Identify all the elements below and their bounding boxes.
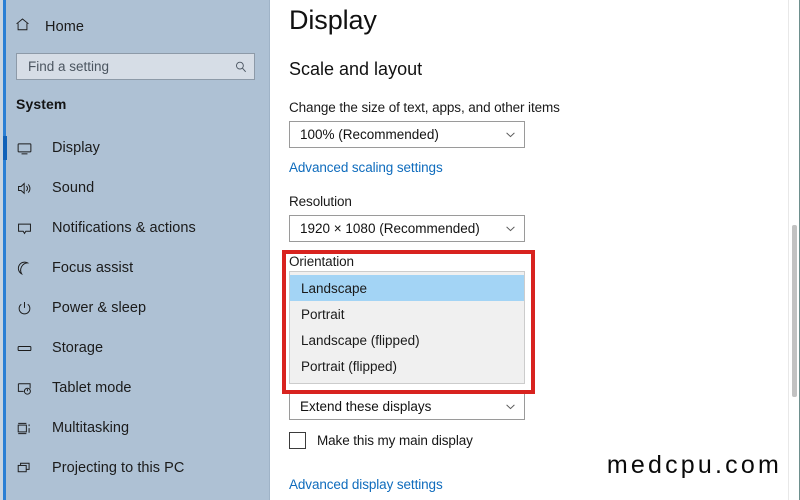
multitasking-icon	[16, 420, 44, 437]
sidebar-item-multitasking[interactable]: Multitasking	[0, 408, 270, 448]
moon-icon	[16, 260, 44, 277]
sidebar-item-storage-label: Storage	[52, 340, 104, 356]
sidebar-item-sound[interactable]: Sound	[0, 168, 270, 208]
settings-window: Home System Display	[0, 0, 800, 500]
scrollbar-thumb[interactable]	[792, 225, 797, 397]
search-icon[interactable]	[228, 54, 254, 79]
sidebar-item-projecting-label: Projecting to this PC	[52, 460, 185, 476]
scale-field-label: Change the size of text, apps, and other…	[289, 100, 560, 115]
make-main-display-row[interactable]: Make this my main display	[289, 432, 473, 449]
sidebar-item-focus-assist-label: Focus assist	[52, 260, 134, 276]
settings-sidebar: Home System Display	[0, 0, 270, 500]
sidebar-item-tablet-mode[interactable]: Tablet mode	[0, 368, 270, 408]
resolution-dropdown[interactable]: 1920 × 1080 (Recommended)	[289, 215, 525, 242]
chevron-down-icon	[496, 222, 524, 235]
resolution-dropdown-value: 1920 × 1080 (Recommended)	[300, 221, 480, 236]
sidebar-item-projecting[interactable]: Projecting to this PC	[0, 448, 270, 488]
sidebar-item-sound-label: Sound	[52, 180, 95, 196]
make-main-display-checkbox[interactable]	[289, 432, 306, 449]
sidebar-item-notifications[interactable]: Notifications & actions	[0, 208, 270, 248]
sidebar-item-notifications-label: Notifications & actions	[52, 220, 196, 236]
sidebar-item-storage[interactable]: Storage	[0, 328, 270, 368]
monitor-icon	[16, 140, 44, 157]
sidebar-item-multitasking-label: Multitasking	[52, 420, 130, 436]
chevron-down-icon	[496, 128, 524, 141]
search-box[interactable]	[16, 53, 255, 80]
advanced-display-settings-link[interactable]: Advanced display settings	[289, 477, 443, 492]
orientation-option-portrait[interactable]: Portrait	[290, 301, 524, 327]
orientation-field-label: Orientation	[289, 254, 354, 269]
sidebar-item-power-sleep[interactable]: Power & sleep	[0, 288, 270, 328]
tablet-icon	[16, 380, 44, 397]
sidebar-nav-list: Display Sound Notifications & actions Fo…	[0, 128, 270, 488]
scale-dropdown[interactable]: 100% (Recommended)	[289, 121, 525, 148]
scale-dropdown-value: 100% (Recommended)	[300, 127, 439, 142]
sidebar-section-label: System	[16, 96, 67, 112]
display-settings-pane: Display Scale and layout Change the size…	[270, 0, 800, 500]
orientation-option-landscape[interactable]: Landscape	[290, 275, 524, 301]
page-title: Display	[289, 5, 377, 35]
storage-icon	[16, 340, 44, 357]
search-input[interactable]	[17, 54, 228, 79]
home-icon	[14, 16, 31, 38]
resolution-field-label: Resolution	[289, 194, 352, 209]
sidebar-item-home[interactable]: Home	[14, 14, 84, 40]
orientation-option-portrait-flipped[interactable]: Portrait (flipped)	[290, 353, 524, 379]
advanced-scaling-settings-link[interactable]: Advanced scaling settings	[289, 160, 443, 175]
orientation-option-landscape-flipped[interactable]: Landscape (flipped)	[290, 327, 524, 353]
sidebar-item-display[interactable]: Display	[0, 128, 270, 168]
power-icon	[16, 300, 44, 317]
multiple-displays-dropdown-value: Extend these displays	[300, 399, 432, 414]
speaker-icon	[16, 180, 44, 197]
make-main-display-label: Make this my main display	[317, 433, 473, 448]
sidebar-item-focus-assist[interactable]: Focus assist	[0, 248, 270, 288]
sidebar-item-power-sleep-label: Power & sleep	[52, 300, 147, 316]
sidebar-item-display-label: Display	[52, 140, 100, 156]
sidebar-item-tablet-mode-label: Tablet mode	[52, 380, 132, 396]
multiple-displays-dropdown[interactable]: Extend these displays	[289, 393, 525, 420]
section-heading-scale-and-layout: Scale and layout	[289, 59, 423, 79]
projecting-icon	[16, 460, 44, 477]
chevron-down-icon	[496, 400, 524, 413]
notification-icon	[16, 220, 44, 237]
sidebar-item-home-label: Home	[45, 19, 85, 35]
orientation-dropdown-list[interactable]: Landscape Portrait Landscape (flipped) P…	[289, 271, 525, 384]
watermark: medcpu.com	[606, 451, 782, 479]
